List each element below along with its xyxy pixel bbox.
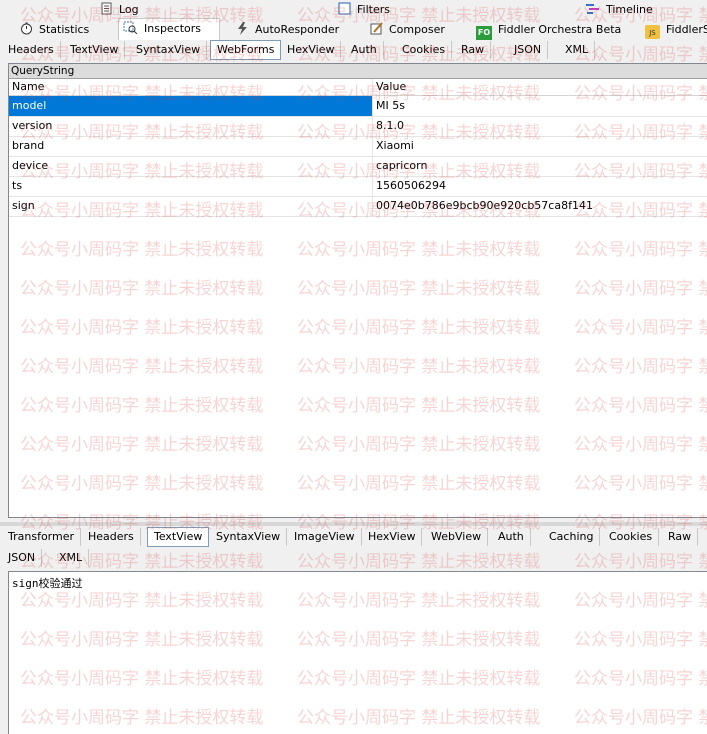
timeline-icon	[586, 4, 599, 14]
req-tab-xml[interactable]: XML	[559, 41, 596, 59]
tab-autoresponder-label: AutoResponder	[255, 23, 340, 36]
tab-log-label: Log	[119, 3, 139, 16]
fo-icon: FO	[476, 26, 492, 40]
tab-inspectors-label: Inspectors	[144, 22, 202, 35]
row-name[interactable]: brand	[9, 136, 373, 156]
script-icon: JS	[645, 25, 660, 39]
top-tab-row-1: Log Filters Timeline	[0, 0, 707, 21]
table-row[interactable]: version 8.1.0	[9, 116, 707, 137]
table-row[interactable]: model MI 5s	[9, 96, 707, 117]
req-tab-textview[interactable]: TextView	[64, 41, 126, 59]
tab-fiddler-orchestra-label: Fiddler Orchestra Beta	[498, 23, 622, 36]
req-tab-json[interactable]: JSON	[508, 41, 549, 59]
req-tab-cookies[interactable]: Cookies	[396, 41, 453, 59]
column-header-value[interactable]: Value	[373, 79, 706, 95]
lightning-icon	[238, 22, 247, 35]
res-tab-headers[interactable]: Headers	[82, 528, 141, 546]
row-value[interactable]: Xiaomi	[373, 136, 706, 156]
req-tab-syntaxview[interactable]: SyntaxView	[130, 41, 208, 59]
tab-statistics-label: Statistics	[39, 23, 90, 36]
tab-statistics[interactable]: Statistics	[20, 20, 89, 40]
table-row[interactable]: brand Xiaomi	[9, 136, 707, 157]
top-tab-row-2: Statistics Inspectors AutoResponder Comp…	[0, 18, 707, 41]
tab-inspectors[interactable]: Inspectors	[118, 18, 221, 41]
grid-header: Name Value	[9, 79, 707, 96]
table-row[interactable]: ts 1560506294	[9, 176, 707, 197]
req-tab-raw[interactable]: Raw	[455, 41, 492, 59]
row-value[interactable]: MI 5s	[373, 96, 706, 116]
row-name[interactable]: sign	[9, 196, 373, 216]
inspect-icon	[123, 21, 138, 34]
tab-timeline-label: Timeline	[606, 3, 653, 16]
res-tab-syntaxview[interactable]: SyntaxView	[210, 528, 288, 546]
stopwatch-icon	[21, 22, 32, 35]
table-row[interactable]: sign 0074e0b786e9bcb90e920cb57ca8f141	[9, 196, 707, 217]
composer-icon	[370, 22, 383, 35]
tab-fiddlerscript[interactable]: JS FiddlerSc	[645, 20, 707, 40]
req-tab-hexview[interactable]: HexView	[281, 41, 342, 59]
querystring-panel: QueryString Name Value model MI 5s versi…	[8, 63, 707, 518]
checkbox-icon	[338, 2, 351, 15]
tab-fiddler-orchestra[interactable]: FO Fiddler Orchestra Beta	[476, 20, 621, 40]
tab-composer[interactable]: Composer	[370, 20, 445, 40]
tab-log[interactable]: Log	[100, 0, 139, 20]
res-tab-transformer[interactable]: Transformer	[2, 528, 82, 546]
res-tab-json[interactable]: JSON	[2, 549, 43, 567]
tab-filters-label: Filters	[357, 3, 390, 16]
res-tab-caching[interactable]: Caching	[543, 528, 601, 546]
tab-fiddlerscript-label: FiddlerSc	[666, 23, 707, 36]
table-row[interactable]: device capricorn	[9, 156, 707, 177]
res-tab-auth[interactable]: Auth	[492, 528, 531, 546]
response-inspector-tabs-row-1: Transformer Headers TextView SyntaxView …	[0, 527, 707, 547]
res-tab-hexview[interactable]: HexView	[362, 528, 423, 546]
res-tab-cookies[interactable]: Cookies	[603, 528, 660, 546]
row-name[interactable]: model	[9, 96, 373, 116]
row-value[interactable]: 8.1.0	[373, 116, 706, 136]
row-name[interactable]: device	[9, 156, 373, 176]
row-value[interactable]: 1560506294	[373, 176, 706, 196]
response-text[interactable]: sign校验通过	[9, 572, 707, 594]
res-tab-webview[interactable]: WebView	[425, 528, 489, 546]
request-inspector-tabs: Headers TextView SyntaxView WebForms Hex…	[0, 40, 707, 60]
response-inspector-tabs-row-2: JSON XML	[0, 548, 707, 568]
req-tab-auth[interactable]: Auth	[345, 41, 384, 59]
res-tab-imageview[interactable]: ImageView	[288, 528, 362, 546]
column-header-name[interactable]: Name	[9, 79, 373, 95]
tab-autoresponder[interactable]: AutoResponder	[236, 20, 339, 40]
res-tab-xml[interactable]: XML	[53, 549, 90, 567]
tab-composer-label: Composer	[389, 23, 445, 36]
tab-timeline[interactable]: Timeline	[585, 0, 653, 20]
row-name[interactable]: version	[9, 116, 373, 136]
row-value[interactable]: 0074e0b786e9bcb90e920cb57ca8f141	[373, 196, 706, 216]
req-tab-webforms[interactable]: WebForms	[210, 40, 282, 60]
tab-filters[interactable]: Filters	[338, 0, 390, 20]
querystring-title: QueryString	[9, 64, 707, 79]
row-value[interactable]: capricorn	[373, 156, 706, 176]
req-tab-headers[interactable]: Headers	[2, 41, 61, 59]
response-textview[interactable]: sign校验通过	[8, 571, 707, 734]
panel-splitter[interactable]	[0, 522, 707, 526]
res-tab-raw[interactable]: Raw	[662, 528, 699, 546]
res-tab-textview[interactable]: TextView	[147, 527, 210, 547]
row-name[interactable]: ts	[9, 176, 373, 196]
log-icon	[101, 2, 112, 15]
